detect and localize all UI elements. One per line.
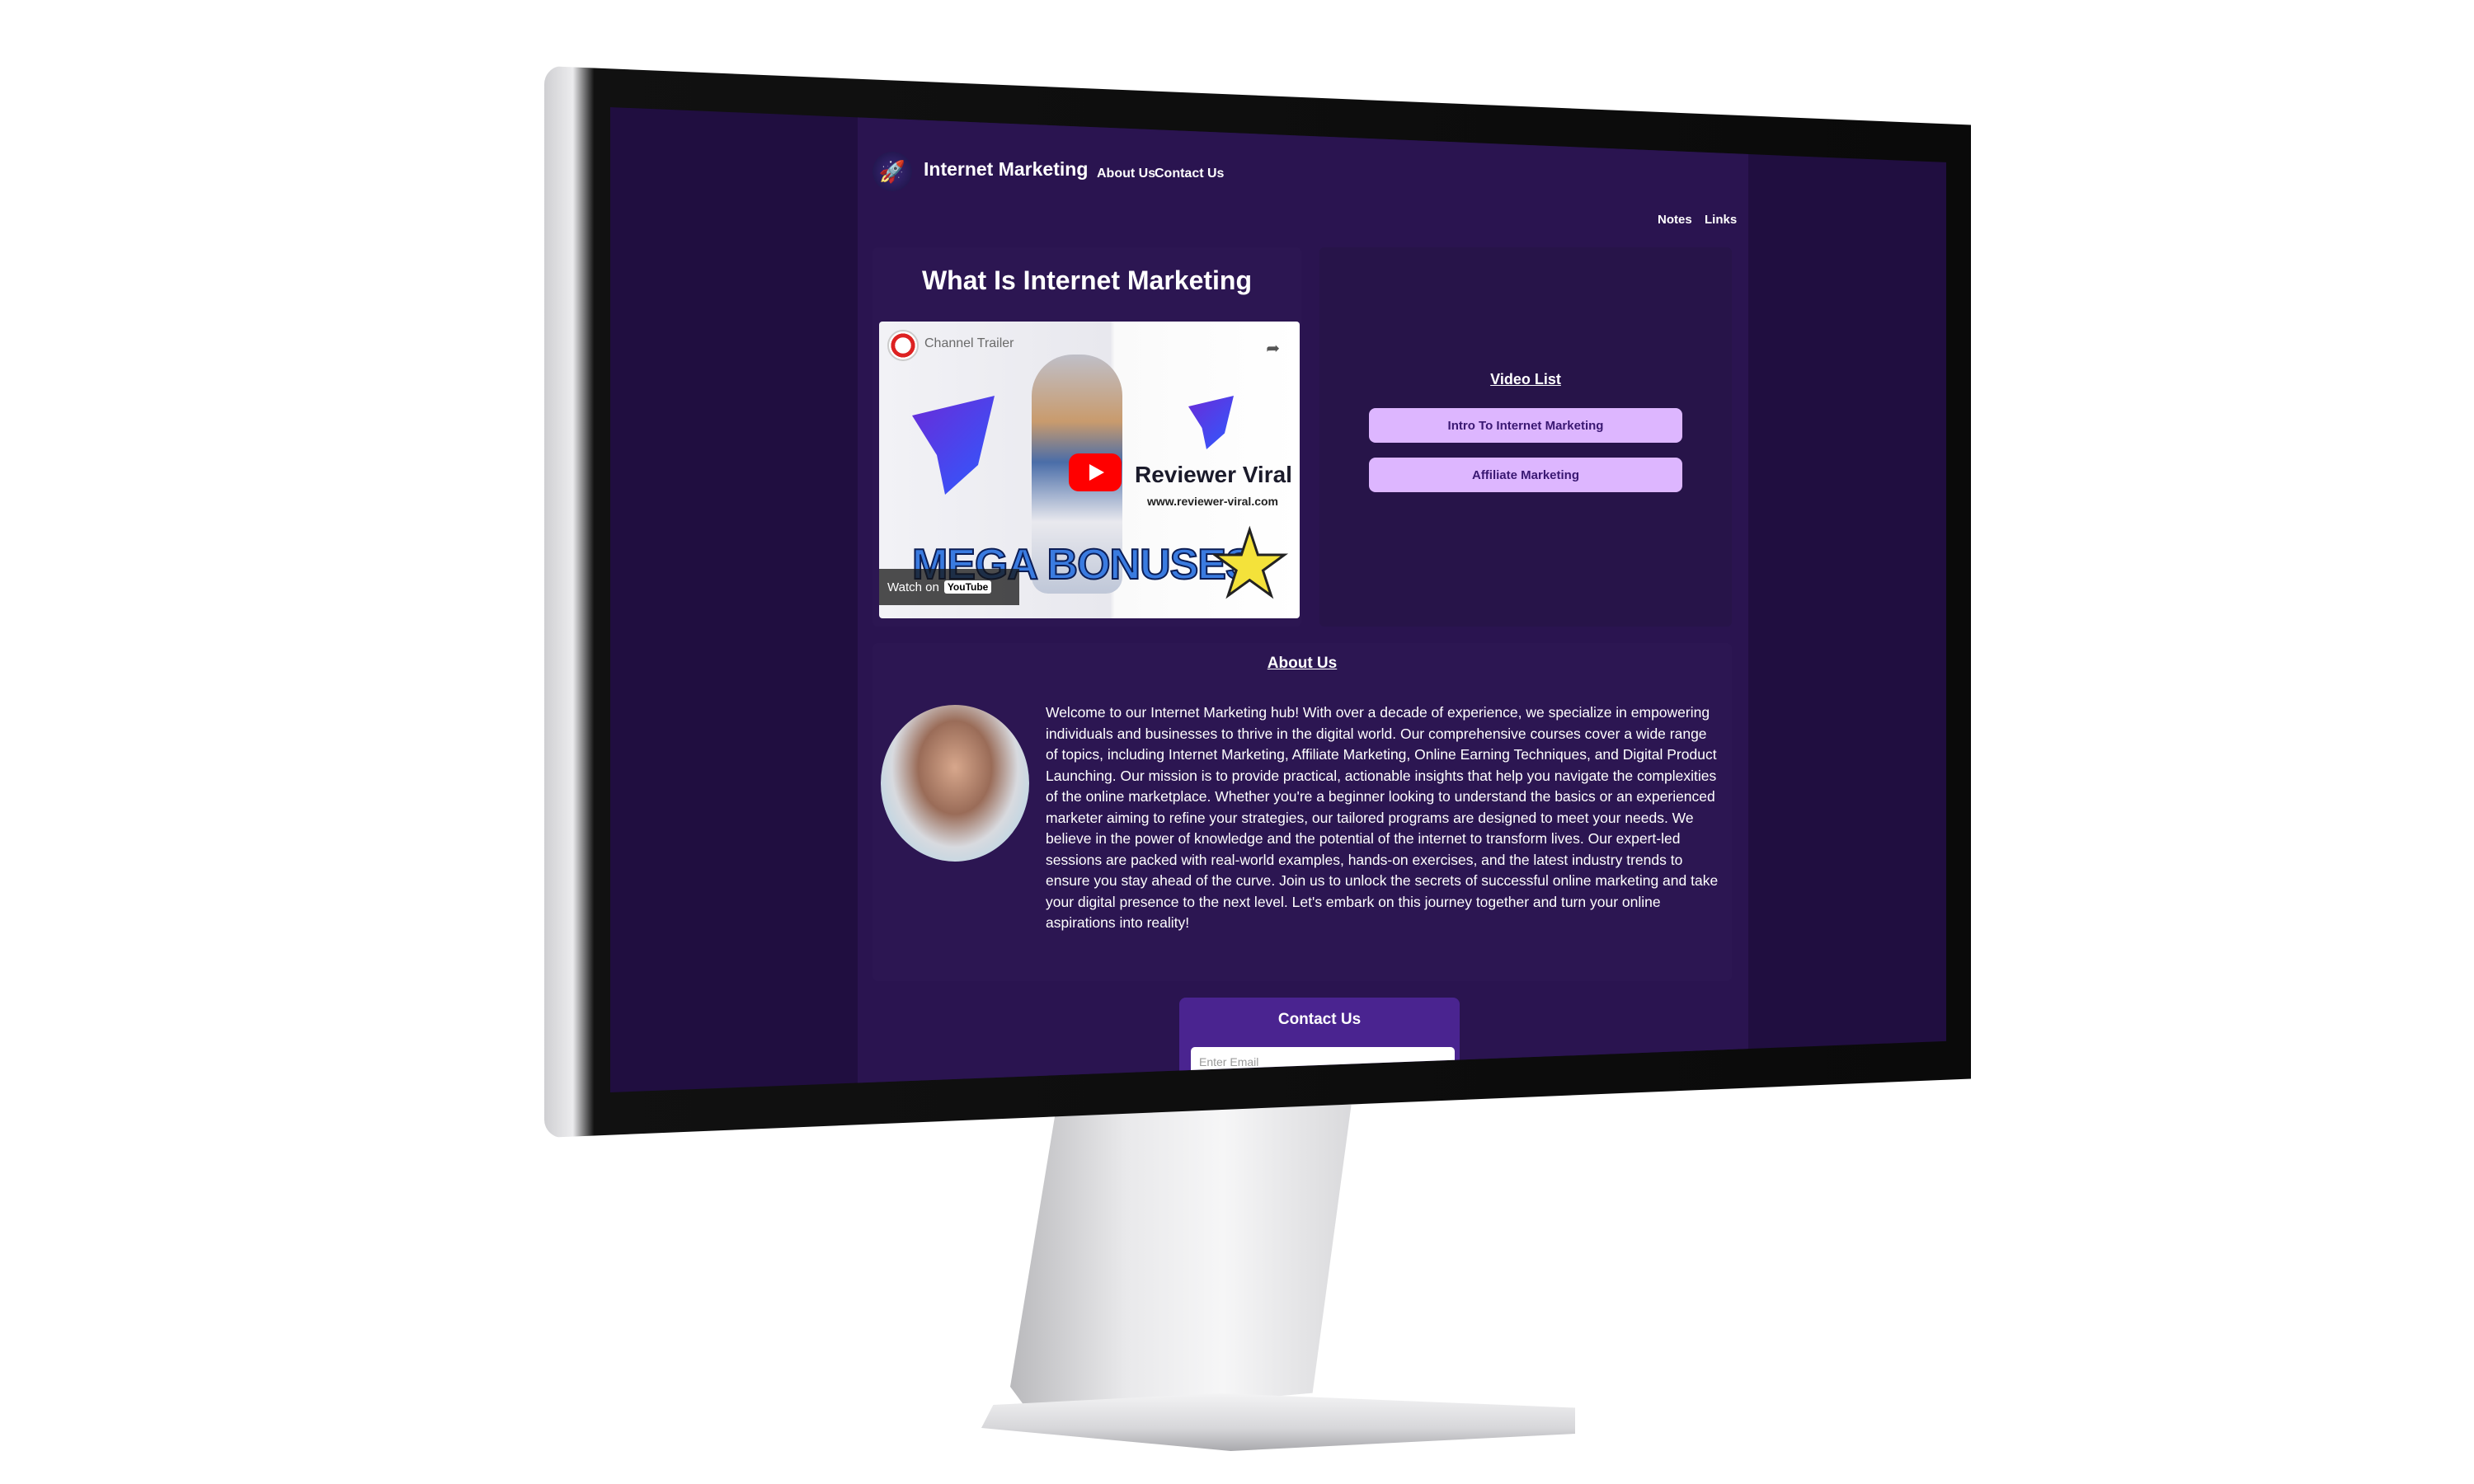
monitor-stand <box>1010 1105 1352 1418</box>
video-item-affiliate[interactable]: Affiliate Marketing <box>1369 458 1682 492</box>
play-button-icon[interactable] <box>1069 453 1122 491</box>
channel-label[interactable]: Channel Trailer <box>924 336 1014 351</box>
contact-title: Contact Us <box>1277 1011 1362 1028</box>
nav-contact-us[interactable]: Contact Us <box>1155 167 1224 181</box>
navbar: 🚀 Internet Marketing About Us Contact Us <box>858 140 1748 206</box>
monitor-screen: 🚀 Internet Marketing About Us Contact Us… <box>610 107 1946 1092</box>
brand-name[interactable]: Internet Marketing <box>924 158 1088 181</box>
reviewer-viral-logo-icon <box>912 396 995 495</box>
about-title: About Us <box>1267 655 1338 672</box>
youtube-logo-icon: YouTube <box>943 580 992 594</box>
about-section: About Us Welcome to our Internet Marketi… <box>872 643 1732 981</box>
video-list-title[interactable]: Video List <box>1319 371 1732 388</box>
nav-notes[interactable]: Notes <box>1658 213 1692 227</box>
reviewer-viral-small-logo-icon <box>1188 396 1234 449</box>
watch-on-youtube-button[interactable]: Watch on YouTube <box>879 569 1019 605</box>
video-card: What Is Internet Marketing Channel Trail… <box>872 247 1301 627</box>
youtube-embed[interactable]: Channel Trailer ➦ Reviewer Viral www.rev… <box>879 322 1300 618</box>
share-icon[interactable]: ➦ <box>1266 338 1280 359</box>
nav-links[interactable]: Links <box>1705 213 1737 227</box>
author-avatar <box>881 705 1029 862</box>
brand-url: www.reviewer-viral.com <box>1147 495 1278 508</box>
star-icon: ★ <box>1208 514 1292 615</box>
about-text: Welcome to our Internet Marketing hub! W… <box>1046 704 1719 931</box>
video-list-card: Video List Intro To Internet Marketing A… <box>1319 247 1732 627</box>
watch-on-label: Watch on <box>887 580 939 594</box>
website: 🚀 Internet Marketing About Us Contact Us… <box>858 107 1748 1092</box>
rocket-logo-icon[interactable]: 🚀 <box>872 152 912 191</box>
video-item-intro[interactable]: Intro To Internet Marketing <box>1369 408 1682 443</box>
monitor-base <box>981 1393 1575 1451</box>
channel-avatar[interactable] <box>887 330 919 361</box>
nav-about-us[interactable]: About Us <box>1097 167 1155 181</box>
brand-text: Reviewer Viral <box>1135 462 1292 487</box>
video-title: What Is Internet Marketing <box>921 265 1253 295</box>
